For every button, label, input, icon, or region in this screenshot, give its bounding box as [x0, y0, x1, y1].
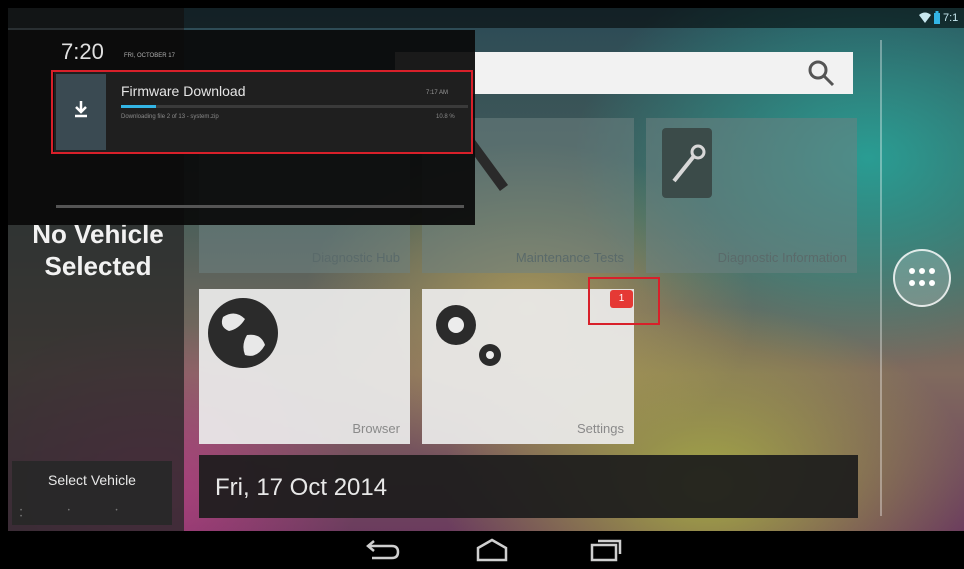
manual-wrench-icon — [662, 128, 712, 198]
shade-handle[interactable] — [56, 205, 464, 208]
app-drawer-icon — [909, 268, 935, 286]
badge-highlight — [588, 277, 660, 325]
recent-apps-icon[interactable] — [586, 536, 626, 564]
tile-label: Settings — [577, 421, 624, 436]
battery-icon — [934, 11, 940, 24]
page-dots: • • • • — [20, 508, 140, 520]
tile-label: Browser — [352, 421, 400, 436]
select-vehicle-label: Select Vehicle — [48, 472, 136, 488]
notification-clock: 7:20 — [61, 39, 104, 64]
screen: 7:1 Diagnostic Hub Maintenance Tests Dia… — [0, 0, 964, 569]
tile-label: Diagnostic Hub — [311, 250, 400, 265]
status-time: 7:1 — [943, 12, 959, 24]
search-icon[interactable] — [806, 58, 836, 88]
back-icon[interactable] — [362, 536, 402, 564]
home-icon[interactable] — [472, 536, 512, 564]
date-text: Fri, 17 Oct 2014 — [215, 474, 388, 501]
panel-divider — [880, 40, 882, 516]
status-bar[interactable] — [8, 8, 964, 28]
wifi-icon — [919, 12, 931, 23]
notification-date: FRI, OCTOBER 17 — [124, 53, 175, 59]
vehicle-status: No Vehicle Selected — [18, 218, 178, 282]
tile-label: Diagnostic Information — [717, 250, 847, 265]
vehicle-status-line: Selected — [44, 251, 152, 281]
tile-browser[interactable]: Browser — [199, 289, 410, 444]
notification-highlight — [51, 70, 473, 154]
tile-label: Maintenance Tests — [515, 250, 624, 265]
gears-icon — [436, 305, 501, 366]
tile-diagnostic-information[interactable]: Diagnostic Information — [646, 118, 857, 273]
globe-icon — [208, 298, 278, 368]
